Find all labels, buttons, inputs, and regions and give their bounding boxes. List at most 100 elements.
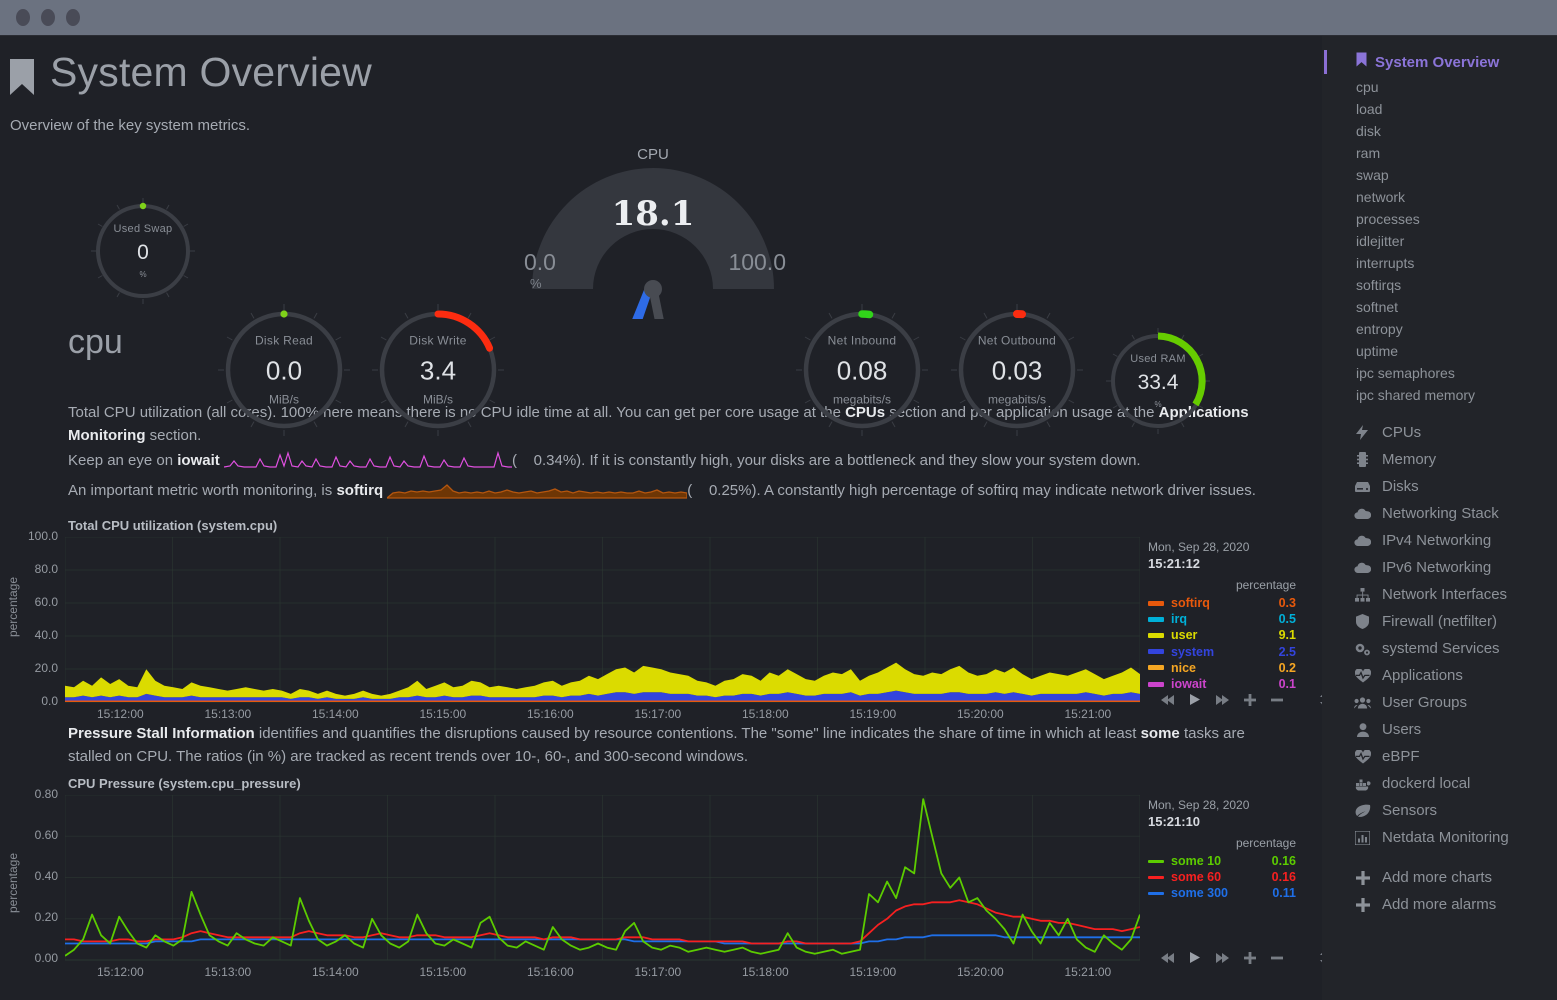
app-viewport: System Overview Overview of the key syst… bbox=[0, 36, 1557, 1000]
x-tick: 15:14:00 bbox=[312, 965, 359, 979]
legend-color-swatch bbox=[1148, 633, 1164, 638]
chart-canvas[interactable] bbox=[65, 795, 1140, 961]
legend-item[interactable]: nice0.2 bbox=[1148, 660, 1296, 676]
legend-item[interactable]: irq0.5 bbox=[1148, 611, 1296, 627]
sidebar-subitem-softirqs[interactable]: softirqs bbox=[1322, 274, 1557, 296]
legend-item[interactable]: some 3000.11 bbox=[1148, 885, 1296, 901]
sidebar-subitem-network[interactable]: network bbox=[1322, 186, 1557, 208]
sidebar-subitem-entropy[interactable]: entropy bbox=[1322, 318, 1557, 340]
sidebar-subitem-ipc-semaphores[interactable]: ipc semaphores bbox=[1322, 362, 1557, 384]
legend-series-name: some 300 bbox=[1171, 886, 1272, 900]
legend-item[interactable]: system2.5 bbox=[1148, 644, 1296, 660]
sidebar-item-label: systemd Services bbox=[1382, 640, 1500, 657]
heartbeat-icon bbox=[1354, 669, 1371, 683]
window-dot-1[interactable] bbox=[16, 9, 30, 26]
sidebar-item-user-groups[interactable]: User Groups bbox=[1322, 689, 1557, 716]
gauge-net-outbound[interactable]: Net Outbound 0.03 megabits/s bbox=[949, 302, 1085, 438]
sidebar-item-memory[interactable]: Memory bbox=[1322, 446, 1557, 473]
legend-series-name: some 10 bbox=[1171, 854, 1272, 868]
bolt-icon bbox=[1354, 425, 1371, 440]
sidebar-item-label: Memory bbox=[1382, 451, 1436, 468]
rewind-button[interactable] bbox=[1160, 952, 1176, 964]
sidebar-item-ipv4-networking[interactable]: IPv4 Networking bbox=[1322, 527, 1557, 554]
legend-item[interactable]: some 100.16 bbox=[1148, 853, 1296, 869]
legend-color-swatch bbox=[1148, 682, 1164, 687]
legend-time: 15:21:12 bbox=[1148, 556, 1296, 571]
iowait-label: iowait bbox=[177, 452, 220, 469]
y-tick: 0.0 bbox=[0, 694, 58, 708]
sidebar-subitem-swap[interactable]: swap bbox=[1322, 164, 1557, 186]
chart-canvas[interactable] bbox=[65, 537, 1140, 703]
sidebar-item-systemd-services[interactable]: systemd Services bbox=[1322, 635, 1557, 662]
sidebar-subitem-ram[interactable]: ram bbox=[1322, 142, 1557, 164]
sidebar-item-network-interfaces[interactable]: Network Interfaces bbox=[1322, 581, 1557, 608]
user-icon bbox=[1354, 723, 1371, 737]
softirq-paren-open: ( bbox=[687, 482, 692, 499]
x-tick: 15:17:00 bbox=[635, 707, 682, 721]
sidebar-header-system-overview[interactable]: System Overview bbox=[1322, 48, 1557, 76]
zoom-out-button[interactable] bbox=[1270, 951, 1284, 965]
sidebar-subitem-load[interactable]: load bbox=[1322, 98, 1557, 120]
sidebar-subitem-ipc-shared-memory[interactable]: ipc shared memory bbox=[1322, 384, 1557, 406]
play-button[interactable] bbox=[1189, 693, 1201, 706]
zoom-in-button[interactable] bbox=[1243, 951, 1257, 965]
legend-item[interactable]: iowait0.1 bbox=[1148, 676, 1296, 692]
sidebar-item-applications[interactable]: Applications bbox=[1322, 662, 1557, 689]
sidebar-subitem-softnet[interactable]: softnet bbox=[1322, 296, 1557, 318]
memory-chip-icon bbox=[1354, 452, 1371, 467]
sidebar-item-users[interactable]: Users bbox=[1322, 716, 1557, 743]
legend-color-swatch bbox=[1148, 892, 1164, 895]
chart-plot-area[interactable]: percentage Mon, Sep 28, 2020 15:21:10 pe… bbox=[0, 793, 1322, 973]
rewind-button[interactable] bbox=[1160, 694, 1176, 706]
sidebar-action-add-more-alarms[interactable]: Add more alarms bbox=[1322, 891, 1557, 918]
sidebar-action-label: Add more charts bbox=[1382, 869, 1492, 886]
gauge-disk-write[interactable]: Disk Write 3.4 MiB/s bbox=[370, 302, 506, 438]
sidebar-subitem-processes[interactable]: processes bbox=[1322, 208, 1557, 230]
gauge-net-inbound[interactable]: Net Inbound 0.08 megabits/s bbox=[794, 302, 930, 438]
zoom-out-button[interactable] bbox=[1270, 693, 1284, 707]
window-dot-2[interactable] bbox=[41, 9, 55, 26]
heartbeat-icon bbox=[1354, 750, 1371, 764]
sidebar-item-cpus[interactable]: CPUs bbox=[1322, 419, 1557, 446]
users-icon bbox=[1354, 696, 1371, 709]
sidebar-item-label: User Groups bbox=[1382, 694, 1467, 711]
zoom-in-button[interactable] bbox=[1243, 693, 1257, 707]
legend-item[interactable]: user9.1 bbox=[1148, 627, 1296, 643]
sidebar-action-add-more-charts[interactable]: Add more charts bbox=[1322, 864, 1557, 891]
forward-button[interactable] bbox=[1214, 952, 1230, 964]
sidebar-item-ipv6-networking[interactable]: IPv6 Networking bbox=[1322, 554, 1557, 581]
sidebar-subitem-idlejitter[interactable]: idlejitter bbox=[1322, 230, 1557, 252]
sidebar-item-disks[interactable]: Disks bbox=[1322, 473, 1557, 500]
sidebar-item-ebpf[interactable]: eBPF bbox=[1322, 743, 1557, 770]
gauge-cpu[interactable]: CPU 18.1 0.0 % 100.0 bbox=[508, 144, 798, 319]
sidebar-subitem-uptime[interactable]: uptime bbox=[1322, 340, 1557, 362]
chart-title: CPU Pressure (system.cpu_pressure) bbox=[68, 776, 1322, 791]
sidebar-subitem-cpu[interactable]: cpu bbox=[1322, 76, 1557, 98]
sidebar-item-sensors[interactable]: Sensors bbox=[1322, 797, 1557, 824]
y-tick: 0.80 bbox=[0, 787, 58, 801]
gauge-used-swap[interactable]: Used Swap 0 % bbox=[88, 196, 198, 306]
sidebar-item-networking-stack[interactable]: Networking Stack bbox=[1322, 500, 1557, 527]
legend-item[interactable]: some 600.16 bbox=[1148, 869, 1296, 885]
sidebar-item-firewall-netfilter[interactable]: Firewall (netfilter) bbox=[1322, 608, 1557, 635]
play-button[interactable] bbox=[1189, 951, 1201, 964]
legend-color-swatch bbox=[1148, 649, 1164, 654]
sidebar-item-dockerd-local[interactable]: dockerd local bbox=[1322, 770, 1557, 797]
window-dot-3[interactable] bbox=[66, 9, 80, 26]
desc-text-6: An important metric worth monitoring, is bbox=[68, 482, 336, 499]
cpu-utilization-chart-block: Total CPU utilization (system.cpu) perce… bbox=[0, 518, 1322, 715]
gauge-used-ram[interactable]: Used RAM 33.4 % bbox=[1103, 326, 1213, 436]
x-tick: 15:16:00 bbox=[527, 707, 574, 721]
gauge-disk-read[interactable]: Disk Read 0.0 MiB/s bbox=[216, 302, 352, 438]
y-tick: 40.0 bbox=[0, 628, 58, 642]
psi-link[interactable]: Pressure Stall Information bbox=[68, 725, 255, 742]
forward-button[interactable] bbox=[1214, 694, 1230, 706]
chart-plot-area[interactable]: percentage Mon, Sep 28, 2020 15:21:12 pe… bbox=[0, 535, 1322, 715]
legend-item[interactable]: softirq0.3 bbox=[1148, 595, 1296, 611]
psi-emphasis: some bbox=[1141, 725, 1180, 742]
sidebar-subitem-disk[interactable]: disk bbox=[1322, 120, 1557, 142]
y-tick: 0.60 bbox=[0, 828, 58, 842]
sidebar-subitem-interrupts[interactable]: interrupts bbox=[1322, 252, 1557, 274]
sidebar-nav: CPUs Memory DisksNetworking StackIPv4 Netw… bbox=[1322, 419, 1557, 851]
sidebar-item-netdata-monitoring[interactable]: Netdata Monitoring bbox=[1322, 824, 1557, 851]
